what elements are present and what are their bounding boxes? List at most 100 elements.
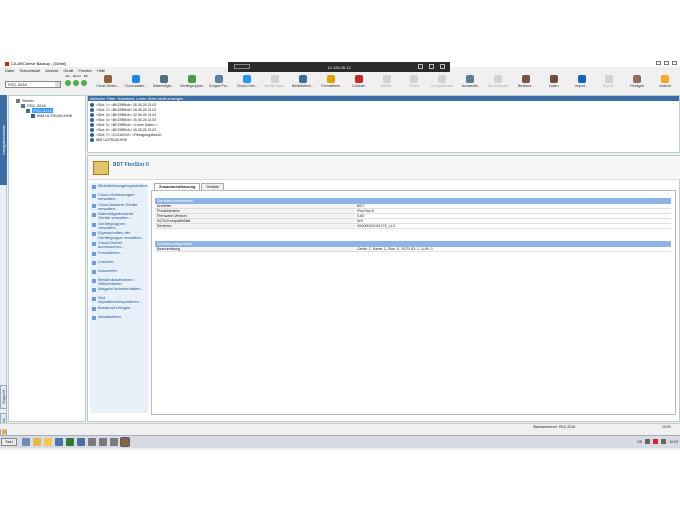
taskbar-app-icon[interactable]: [88, 438, 96, 446]
toolbar-label: Cloud-Ordn...: [236, 84, 258, 88]
task-icon: [92, 222, 96, 227]
toolbar-label: Import...: [575, 84, 588, 88]
start-button[interactable]: Start: [1, 438, 17, 446]
toolbar-button[interactable]: Ansicht: [652, 75, 678, 93]
tab-summary[interactable]: Zusammenfassung: [154, 183, 201, 190]
task-link[interactable]: Auswerfen: [92, 268, 146, 277]
close-icon[interactable]: [672, 61, 677, 65]
server-icon: [26, 108, 30, 113]
device-info-rows: Anbieter BDT Produktname FlexStor II Firmwar…: [155, 204, 671, 229]
device-info-section: Geräteinformationen Anbieter BDT Produktna…: [155, 198, 671, 229]
toolbar-button[interactable]: Cloud-Ordn...: [234, 75, 260, 93]
until-status-icon[interactable]: [81, 80, 87, 86]
table-row: Seriennr. 00000000102179_LL0: [155, 224, 671, 229]
task-label: Cloud-basierte Geräte verwalten...: [98, 201, 138, 211]
toolbar-button[interactable]: Löschen: [346, 75, 372, 93]
network-icon[interactable]: [645, 439, 651, 444]
list-item[interactable]: IBM ULTRIUM-HH6: [90, 137, 677, 142]
slot-label: <Slot: 1> <BKZ5R6vb> 26.05.26 21:02: [96, 102, 157, 107]
taskbar-app-icon[interactable]: [77, 438, 85, 446]
ready-status-icon[interactable]: [73, 80, 79, 86]
menu-file[interactable]: Datei: [5, 68, 14, 73]
task-link[interactable]: Löschen...: [92, 259, 146, 268]
toolbar-button[interactable]: Komprimieren: [429, 75, 455, 93]
task-link[interactable]: Slot importieren/exportieren...: [92, 296, 146, 305]
support-tab[interactable]: Support: [0, 385, 7, 409]
taskbar-app-icon[interactable]: [66, 438, 74, 446]
status-buttons: [65, 80, 87, 86]
tab-details[interactable]: Details: [201, 183, 224, 190]
pin-icon[interactable]: [234, 64, 250, 69]
summary-content: Geräteinformationen Anbieter BDT Produktna…: [151, 190, 676, 415]
alert-icon[interactable]: [653, 439, 659, 444]
taskbar-app-icon[interactable]: [99, 438, 107, 446]
minimize-icon[interactable]: [656, 61, 661, 65]
menu-device[interactable]: Gerät: [63, 68, 73, 73]
toolbar-button[interactable]: Import...: [569, 75, 595, 93]
task-link[interactable]: Datenträgerbasierte Geräte verwalten...: [92, 212, 146, 221]
rdp-restore-icon[interactable]: [429, 64, 434, 69]
task-label: Gerätegruppen verwalten...: [98, 220, 125, 231]
toolbar-icon: [187, 75, 196, 83]
rdp-close-icon[interactable]: [440, 64, 445, 69]
toolbar-button[interactable]: Prüfen: [401, 75, 427, 93]
toolbar-button[interactable]: Bestand...: [513, 75, 539, 93]
maximize-icon[interactable]: [664, 61, 669, 65]
task-link[interactable]: Aktualisieren: [92, 314, 146, 323]
toolbar-button[interactable]: Zeichen fest...: [262, 75, 288, 93]
toolbar-button[interactable]: Reinigen: [624, 75, 650, 93]
task-link[interactable]: Bestandsaufnahme / Offlinebänder: [92, 277, 146, 287]
menu-window[interactable]: Fenster: [78, 68, 92, 73]
taskbar-app-icon[interactable]: [120, 437, 130, 447]
task-link[interactable]: Gerätegruppen verwalten...: [92, 220, 146, 231]
language-indicator[interactable]: DE: [637, 440, 642, 444]
task-icon: [92, 315, 96, 320]
toolbar-button[interactable]: Auswerfen: [457, 75, 483, 93]
job-status-icon[interactable]: [65, 80, 71, 86]
task-link[interactable]: Bandkopf reinigen...: [92, 305, 146, 314]
warning-icon[interactable]: [2, 430, 6, 434]
toolbar-button[interactable]: Straffen: [374, 75, 400, 93]
task-icon: [92, 251, 96, 256]
toolbar-label: Formatieren: [321, 84, 341, 88]
clock[interactable]: 10:03: [669, 440, 678, 444]
menu-help[interactable]: Hilfe: [97, 68, 105, 73]
taskbar-app-icon[interactable]: [110, 438, 118, 446]
toolbar-icon: [354, 75, 363, 83]
toolbar-button[interactable]: Neu erfassen: [485, 75, 511, 93]
taskbar-app-icon[interactable]: [22, 438, 30, 446]
property-name: Anbieter: [155, 204, 355, 208]
navigation-bar-tab[interactable]: Navigationsleiste: [0, 95, 7, 185]
property-value: 00000000102179_LL0: [357, 224, 396, 228]
toolbar-button[interactable]: Cloud-Verbin...: [95, 75, 121, 93]
volume-icon[interactable]: [661, 439, 667, 444]
toolbar-button[interactable]: Gruppe Pro...: [206, 75, 232, 93]
task-link[interactable]: Formatieren...: [92, 250, 146, 259]
chevron-down-icon[interactable]: [55, 82, 60, 87]
toolbar-button[interactable]: Formatieren: [318, 75, 344, 93]
property-name: Beschreibung: [155, 247, 355, 251]
taskbar-app-icon[interactable]: [44, 438, 52, 446]
task-link[interactable]: Magazin laden/entladen...: [92, 286, 146, 295]
menu-view[interactable]: Ansicht: [45, 68, 58, 73]
rdp-minimize-icon[interactable]: [418, 64, 423, 69]
menu-quickstart[interactable]: Schnellstart: [19, 68, 40, 73]
slot-list-panel: Aktueller Filter: Standard, Leere Slots …: [87, 95, 680, 153]
toolbar-label: Cloud-Verbin...: [96, 84, 120, 88]
task-link[interactable]: Cloud-Verbindungen verwalten...: [92, 192, 146, 202]
tree-node[interactable]: IBM ULTRIUM-HH6: [11, 113, 83, 118]
task-link[interactable]: Cloud-basierte Geräte verwalten...: [92, 201, 146, 212]
toolbar-button[interactable]: Datenträger...: [151, 75, 177, 93]
task-link[interactable]: Eigenschaften der Gerätegruppe verwalten…: [92, 231, 146, 240]
toolbar-button[interactable]: Gerätegruppen: [179, 75, 205, 93]
task-link[interactable]: Cloud-Ordner durchsuchen...: [92, 240, 146, 250]
server-combo[interactable]: PDC-2016: [5, 81, 61, 88]
task-link[interactable]: Bibliotheksangelegenheiten...: [92, 183, 150, 192]
toolbar-button[interactable]: Bibliotheken...: [290, 75, 316, 93]
toolbar-button[interactable]: Laden: [541, 75, 567, 93]
toolbar-button[interactable]: Cloud-basier...: [123, 75, 149, 93]
toolbar-button[interactable]: Export...: [596, 75, 622, 93]
taskbar-app-icon[interactable]: [55, 438, 63, 446]
taskbar-app-icon[interactable]: [33, 438, 41, 446]
property-value: BDT: [357, 204, 365, 208]
